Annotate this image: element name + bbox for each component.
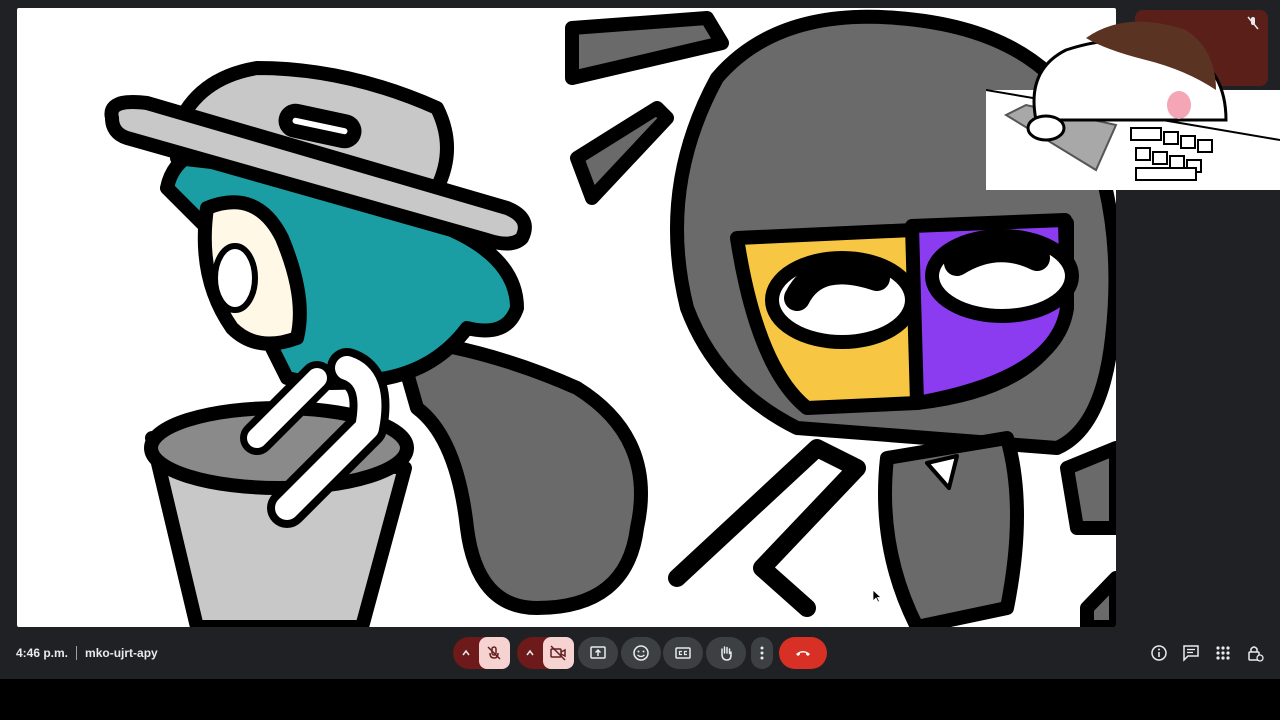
- more-vert-icon: [760, 646, 764, 660]
- chevron-up-icon: [462, 649, 470, 656]
- chat-icon[interactable]: [1182, 644, 1200, 662]
- info-icon[interactable]: [1150, 644, 1168, 662]
- camera-control-group: [517, 637, 574, 669]
- mic-control-group: [453, 637, 510, 669]
- host-controls-icon[interactable]: [1246, 644, 1264, 662]
- more-options-button[interactable]: [751, 637, 773, 669]
- meeting-details: 4:46 p.m. mko-ujrt-apy: [16, 646, 158, 660]
- captions-button[interactable]: [663, 637, 703, 669]
- clock: 4:46 p.m.: [16, 646, 69, 660]
- raise-hand-button[interactable]: [706, 637, 746, 669]
- mic-toggle-button[interactable]: [478, 637, 510, 669]
- mic-options-button[interactable]: [453, 637, 479, 669]
- present-button[interactable]: [578, 637, 618, 669]
- phone-hangup-icon: [796, 651, 810, 656]
- meeting-code: mko-ujrt-apy: [85, 646, 158, 660]
- bongo-cat-sticker: [986, 21, 1280, 190]
- emoji-icon: [633, 645, 649, 661]
- camera-toggle-button[interactable]: [542, 637, 574, 669]
- presentation-illustration: [104, 9, 1116, 627]
- call-controls-bar: 4:46 p.m. mko-ujrt-apy: [0, 627, 1280, 679]
- leave-call-button[interactable]: [779, 637, 827, 669]
- reactions-button[interactable]: [621, 637, 661, 669]
- mouse-cursor-icon: [872, 589, 882, 603]
- divider: [76, 646, 78, 660]
- camera-off-icon: [550, 645, 567, 661]
- activities-icon[interactable]: [1214, 644, 1232, 662]
- hand-icon: [721, 646, 732, 661]
- captions-icon: [675, 647, 691, 659]
- present-screen-icon: [590, 646, 606, 659]
- screen-bottom-strip: [0, 679, 1280, 720]
- camera-options-button[interactable]: [517, 637, 543, 669]
- mic-off-icon: [487, 646, 501, 660]
- shared-presentation: [17, 8, 1116, 627]
- chevron-up-icon: [526, 649, 534, 656]
